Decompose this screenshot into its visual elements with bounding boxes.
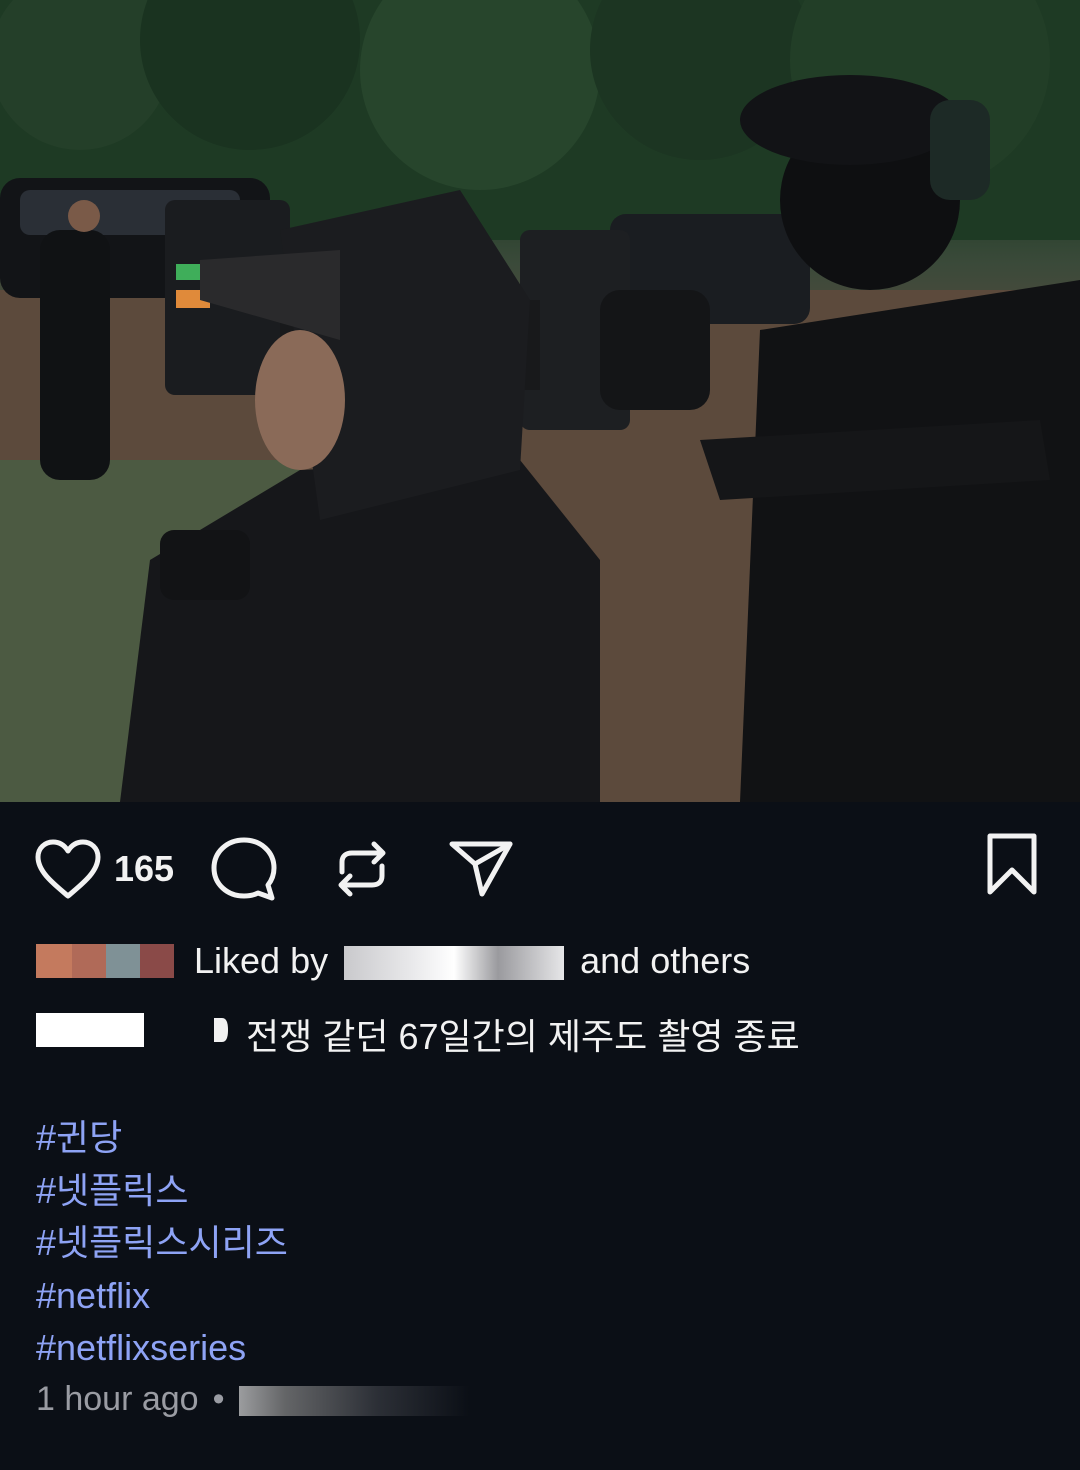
send-icon[interactable] — [448, 838, 514, 898]
post-image[interactable] — [0, 0, 1080, 802]
liked-by-prefix: Liked by — [194, 940, 329, 981]
liker-avatars — [36, 944, 174, 978]
post-timestamp: 1 hour ago — [36, 1380, 199, 1418]
author-username-blurred[interactable] — [36, 1013, 144, 1047]
liker-username-blurred[interactable] — [344, 946, 565, 981]
bookmark-icon[interactable] — [984, 832, 1040, 896]
hashtag-link[interactable]: #귄당 — [36, 1112, 288, 1165]
liked-by-suffix: and others — [580, 940, 751, 981]
hashtag-link[interactable]: #넷플릭스 — [36, 1165, 288, 1218]
hashtag-link[interactable]: #netflix — [36, 1270, 288, 1323]
hashtag-link[interactable]: #넷플릭스시리즈 — [36, 1217, 288, 1270]
caption-mark-icon — [214, 1018, 228, 1042]
action-bar: 165 — [0, 802, 1080, 932]
hashtag-link[interactable]: #netflixseries — [36, 1322, 288, 1375]
heart-icon[interactable] — [34, 838, 102, 900]
comment-icon[interactable] — [208, 834, 280, 904]
post-meta-row: 1 hour ago • — [36, 1380, 469, 1419]
caption-row: 전쟁 같던 67일간의 제주도 촬영 종료 — [36, 1008, 1046, 1057]
like-count[interactable]: 165 — [114, 848, 174, 890]
meta-blurred — [238, 1386, 469, 1417]
liked-by-text: Liked by and others — [194, 940, 750, 982]
hashtag-list: #귄당 #넷플릭스 #넷플릭스시리즈 #netflix #netflixseri… — [36, 1112, 288, 1375]
meta-separator: • — [212, 1380, 225, 1418]
liked-by-row[interactable]: Liked by and others — [36, 940, 1036, 984]
post-caption: 전쟁 같던 67일간의 제주도 촬영 종료 — [246, 1016, 800, 1057]
repost-icon[interactable] — [330, 836, 394, 902]
photo-illustration — [0, 0, 1080, 802]
